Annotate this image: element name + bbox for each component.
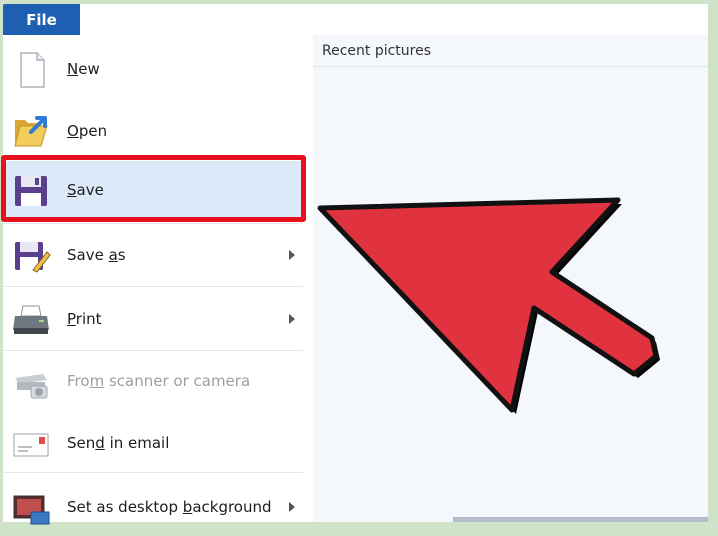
menu-item-label: rint	[75, 310, 102, 328]
recent-pictures-title: Recent pictures	[322, 43, 432, 59]
save-highlight-box	[1, 155, 306, 222]
menu-item-print[interactable]: Print	[3, 290, 303, 348]
menu-item-label: Send in email	[67, 434, 170, 452]
desktop-background-icon	[11, 488, 51, 528]
divider	[3, 350, 303, 351]
submenu-arrow-icon	[289, 502, 295, 512]
menu-item-set-as-desktop-background[interactable]: Set as desktop background	[3, 478, 303, 536]
menu-item-open[interactable]: Open	[3, 102, 303, 160]
blank-page-icon	[11, 50, 51, 90]
mnemonic: m	[89, 372, 105, 390]
menu-item-save-as[interactable]: Save as	[3, 226, 303, 284]
divider	[313, 66, 708, 67]
menu-item-send-in-email[interactable]: Send in email	[3, 414, 303, 472]
mnemonic: N	[67, 60, 79, 78]
scanner-camera-icon	[11, 362, 51, 402]
divider	[3, 223, 303, 224]
mnemonic: b	[182, 498, 193, 516]
mnemonic: d	[95, 434, 105, 452]
submenu-arrow-icon	[289, 314, 295, 324]
scrollbar[interactable]	[453, 517, 708, 522]
mnemonic: P	[67, 310, 76, 328]
file-tab[interactable]: File	[3, 4, 80, 35]
divider	[3, 286, 303, 287]
menu-item-from-scanner-or-camera: From scanner or camera	[3, 352, 303, 410]
title-bar	[80, 4, 708, 35]
menu-item-new[interactable]: New	[3, 40, 303, 98]
menu-item-label: ew	[78, 60, 100, 78]
folder-open-icon	[11, 112, 51, 152]
submenu-arrow-icon	[289, 250, 295, 260]
menu-item-label: From scanner or camera	[67, 372, 251, 390]
mnemonic: a	[108, 246, 118, 264]
menu-item-label: Set as desktop background	[67, 498, 272, 516]
mnemonic: O	[67, 122, 79, 140]
divider	[3, 472, 303, 473]
email-icon	[11, 424, 51, 464]
menu-item-label: Save as	[67, 246, 126, 264]
save-as-icon	[11, 236, 51, 276]
menu-item-label: pen	[78, 122, 108, 140]
paint-file-menu-window: File Recent pictures New Open Save Save …	[0, 0, 718, 525]
pointer-arrow	[317, 197, 660, 414]
printer-icon	[11, 300, 51, 340]
